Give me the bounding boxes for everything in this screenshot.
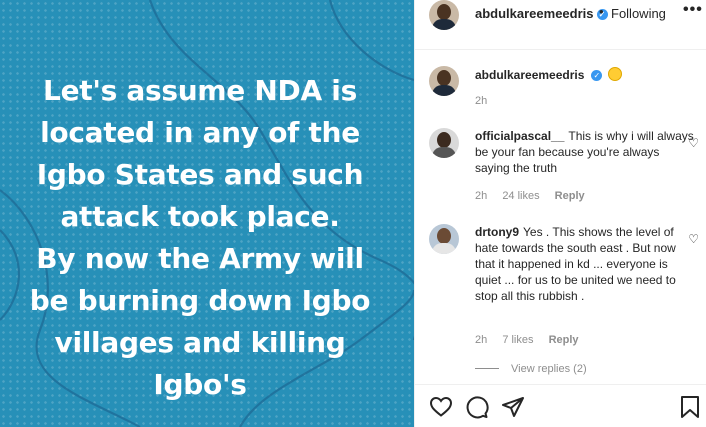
comment-likes[interactable]: 24 likes bbox=[502, 190, 539, 202]
comment-reply-button[interactable]: Reply bbox=[555, 190, 585, 202]
comment-icon[interactable] bbox=[465, 395, 489, 424]
comment-content: officialpascal__ This is why i will alway… bbox=[475, 128, 695, 176]
caption-content: abdulkareemeedris ✓ bbox=[475, 67, 695, 83]
caption-meta: 2h bbox=[475, 95, 499, 107]
separator-dot: • bbox=[599, 4, 604, 19]
replies-divider-line bbox=[475, 368, 499, 369]
post-line: Igbo's bbox=[153, 368, 247, 401]
post-line: villages and killing bbox=[54, 326, 346, 359]
following-button[interactable]: Following bbox=[611, 6, 666, 21]
thinking-face-icon bbox=[607, 67, 622, 81]
comment-item: drtony9 Yes . This shows the level of hat… bbox=[429, 224, 699, 354]
comment-meta: 2h 7 likes Reply bbox=[475, 334, 591, 346]
post-line: Igbo States and such bbox=[36, 158, 364, 191]
comment-username[interactable]: officialpascal__ bbox=[475, 129, 564, 143]
comment-username[interactable]: drtony9 bbox=[475, 225, 519, 239]
comment-meta: 2h 24 likes Reply bbox=[475, 190, 597, 202]
comments-panel: abdulkareemeedris ✓ • Following ••• abdul… bbox=[414, 0, 706, 427]
comment-content: drtony9 Yes . This shows the level of hat… bbox=[475, 224, 695, 304]
post-line: attack took place. bbox=[60, 200, 340, 233]
post-line: located in any of the bbox=[40, 116, 360, 149]
more-options-icon[interactable]: ••• bbox=[683, 1, 703, 19]
comment-time[interactable]: 2h bbox=[475, 334, 487, 346]
post-image[interactable]: Let's assume NDA is located in any of th… bbox=[0, 0, 414, 427]
comment-like-heart-icon[interactable]: ♡ bbox=[688, 136, 699, 150]
share-icon[interactable] bbox=[501, 395, 525, 424]
caption-username[interactable]: abdulkareemeedris bbox=[475, 68, 584, 82]
caption-time[interactable]: 2h bbox=[475, 95, 487, 107]
post-line: By now the Army will bbox=[36, 242, 364, 275]
caption: abdulkareemeedris ✓ 2h bbox=[429, 66, 699, 110]
bookmark-icon[interactable] bbox=[679, 395, 701, 424]
post-line: be burning down Igbo bbox=[29, 284, 371, 317]
caption-avatar[interactable] bbox=[429, 66, 459, 96]
post-text: Let's assume NDA is located in any of th… bbox=[0, 70, 400, 406]
view-replies-button[interactable]: View replies (2) bbox=[475, 363, 587, 375]
comment-reply-button[interactable]: Reply bbox=[549, 334, 579, 346]
comment-likes[interactable]: 7 likes bbox=[502, 334, 533, 346]
action-bar bbox=[415, 384, 706, 427]
author-username-text[interactable]: abdulkareemeedris bbox=[475, 6, 594, 21]
commenter-avatar[interactable] bbox=[429, 128, 459, 158]
author-username[interactable]: abdulkareemeedris ✓ bbox=[475, 6, 608, 21]
view-replies-label[interactable]: View replies (2) bbox=[511, 363, 587, 375]
verified-badge-icon: ✓ bbox=[591, 70, 603, 81]
heart-icon[interactable] bbox=[429, 395, 453, 424]
post-header: abdulkareemeedris ✓ • Following ••• bbox=[415, 0, 706, 50]
commenter-avatar[interactable] bbox=[429, 224, 459, 254]
comment-like-heart-icon[interactable]: ♡ bbox=[688, 232, 699, 246]
comment-item: officialpascal__ This is why i will alway… bbox=[429, 128, 699, 208]
author-avatar[interactable] bbox=[429, 0, 459, 30]
comment-time[interactable]: 2h bbox=[475, 190, 487, 202]
post-line: Let's assume NDA is bbox=[43, 74, 357, 107]
